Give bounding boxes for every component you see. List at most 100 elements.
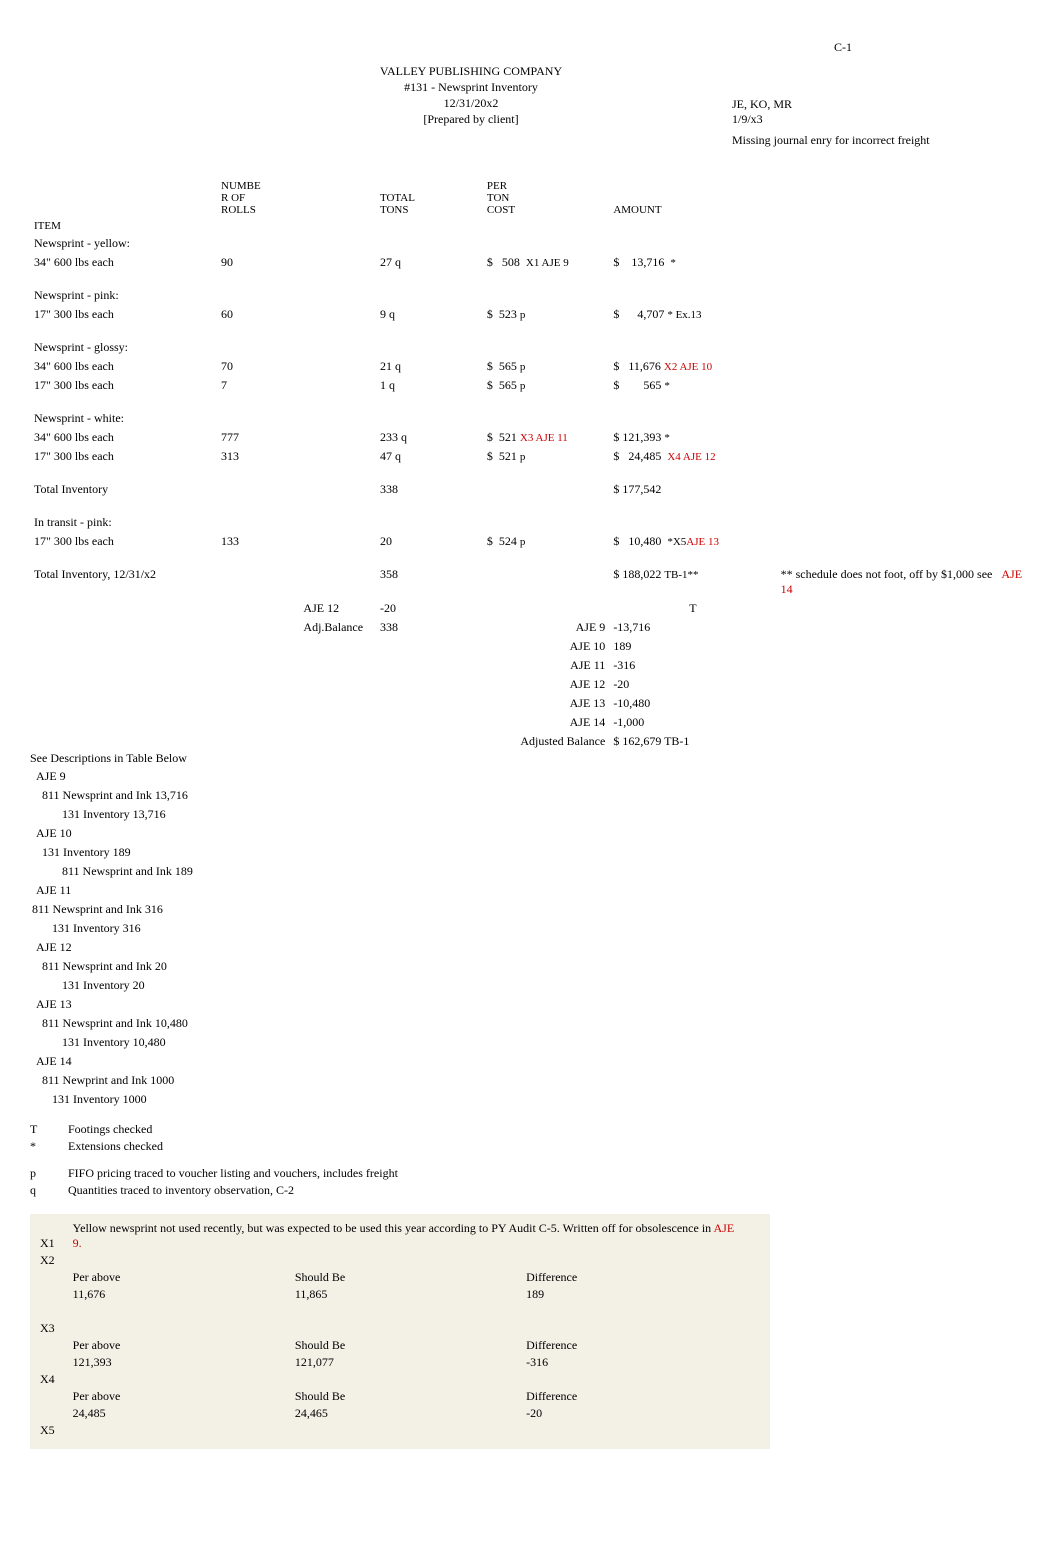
rolls: 777 (217, 428, 299, 447)
aje-header: AJE 10 (32, 825, 197, 842)
col-rolls: ROLLS (221, 204, 256, 216)
adjusted-balance-value: $ 162,679 TB-1 (609, 732, 776, 751)
x4-label: X4 (40, 1371, 73, 1388)
section-yellow: Newsprint - yellow: (30, 234, 1032, 253)
item-desc: 17" 300 lbs each (30, 376, 217, 395)
doc-title: #131 - Newsprint Inventory (210, 80, 732, 95)
aje-line: 811 Newsprint and Ink 13,716 (32, 787, 197, 804)
total-inv-label: Total Inventory (30, 480, 217, 499)
table-row: 17" 300 lbs each 7 1 q $ 565 p $ 565 * (30, 376, 1032, 395)
hdr-per-above: Per above (73, 1269, 295, 1286)
amount-cell: $ 177,542 (609, 480, 776, 499)
aje-line: 811 Newsprint and Ink 189 (32, 863, 197, 880)
rolls: 90 (217, 253, 299, 272)
adj-val: -20 (609, 675, 776, 694)
aje-header: AJE 11 (32, 882, 197, 899)
amount-cell: $ 121,393 * (609, 428, 776, 447)
adj-label: AJE 13 (483, 694, 609, 713)
cost-cell: $ 523 p (483, 305, 609, 324)
val: 121,393 (73, 1354, 295, 1371)
adjusted-balance-label: Adjusted Balance (483, 732, 609, 751)
rolls: 7 (217, 376, 299, 395)
schedule-note: ** schedule does not foot, off by $1,000… (777, 565, 1032, 599)
tick-desc: FIFO pricing traced to voucher listing a… (68, 1166, 398, 1181)
adj-label: AJE 9 (483, 618, 609, 637)
val: 189 (526, 1286, 760, 1303)
table-row: 17" 300 lbs each 133 20 $ 524 p $ 10,480… (30, 532, 1032, 551)
adj-row: AJE 10 189 (30, 637, 1032, 656)
amount-cell: $ 188,022 TB-1** (609, 565, 776, 599)
total-row: Total Inventory, 12/31/x2 358 $ 188,022 … (30, 565, 1032, 599)
val: 11,865 (295, 1286, 526, 1303)
tons: 233 q (376, 428, 449, 447)
tons: 1 q (376, 376, 449, 395)
col-ton: TON (487, 192, 509, 204)
missing-note: Missing journal enry for incorrect freig… (732, 133, 1032, 148)
total-inventory-row: Total Inventory 338 $ 177,542 (30, 480, 1032, 499)
tons: 358 (376, 565, 449, 599)
cost-cell: $ 508 X1 AJE 9 (483, 253, 609, 272)
aje-line: 811 Newsprint and Ink 316 (32, 901, 197, 918)
hdr-difference: Difference (526, 1337, 760, 1354)
table-row: 17" 300 lbs each 60 9 q $ 523 p $ 4,707 … (30, 305, 1032, 324)
adj-row: AJE 12 -20 (30, 675, 1032, 694)
val: -20 (526, 1405, 760, 1422)
item-desc: 17" 300 lbs each (30, 305, 217, 324)
col-item: ITEM (30, 218, 217, 234)
tick-key: q (30, 1183, 52, 1198)
header: VALLEY PUBLISHING COMPANY #131 - Newspri… (30, 63, 1032, 148)
aje-line: 131 Inventory 316 (32, 920, 197, 937)
item-desc: 34" 600 lbs each (30, 357, 217, 376)
reviewer-initials: JE, KO, MR (732, 97, 1032, 112)
hdr-per-above: Per above (73, 1388, 295, 1405)
item-desc: 17" 300 lbs each (30, 447, 217, 466)
table-row: 17" 300 lbs each 313 47 q $ 521 p $ 24,4… (30, 447, 1032, 466)
x5-label: X5 (40, 1422, 73, 1439)
adjusted-balance-row: Adjusted Balance $ 162,679 TB-1 (30, 732, 1032, 751)
adj-balance-label: Adj.Balance (299, 618, 376, 637)
aje-line: 131 Inventory 189 (32, 844, 197, 861)
adj-balance-row: Adj.Balance 338 AJE 9 -13,716 (30, 618, 1032, 637)
adj-label: AJE 14 (483, 713, 609, 732)
company-name: VALLEY PUBLISHING COMPANY (210, 64, 732, 79)
section-white: Newsprint - white: (30, 409, 1032, 428)
hdr-difference: Difference (526, 1388, 760, 1405)
total-label: Total Inventory, 12/31/x2 (30, 565, 217, 599)
col-rof: R OF (221, 192, 245, 204)
tick-key: T (30, 1122, 52, 1137)
tons: -20 (376, 599, 449, 618)
adj-label: AJE 12 (483, 675, 609, 694)
x2-label: X2 (40, 1252, 73, 1269)
adj-val: -10,480 (609, 694, 776, 713)
adj-val: -1,000 (609, 713, 776, 732)
tons: 9 q (376, 305, 449, 324)
col-amount: AMOUNT (613, 204, 661, 216)
cost-cell: $ 521 p (483, 447, 609, 466)
aje12-label: AJE 12 (299, 599, 376, 618)
col-total: TOTAL (380, 192, 415, 204)
review-date: 1/9/x3 (732, 112, 1032, 127)
col-cost: COST (487, 204, 515, 216)
hdr-should-be: Should Be (295, 1337, 526, 1354)
tons: 27 q (376, 253, 449, 272)
adj-val: -316 (609, 656, 776, 675)
aje12-row: AJE 12 -20 T (30, 599, 1032, 618)
amount-cell: $ 11,676 X2 AJE 10 (609, 357, 776, 376)
x-notes-block: X1 Yellow newsprint not used recently, b… (30, 1214, 770, 1449)
adj-label: AJE 11 (483, 656, 609, 675)
tons: 20 (376, 532, 449, 551)
tick-key: * (30, 1139, 52, 1154)
aje-header: AJE 12 (32, 939, 197, 956)
tons: 338 (376, 618, 449, 637)
section-pink: Newsprint - pink: (30, 286, 1032, 305)
x3-label: X3 (40, 1320, 73, 1337)
tick-key: p (30, 1166, 52, 1181)
rolls: 133 (217, 532, 299, 551)
tick-desc: Footings checked (68, 1122, 152, 1137)
aje-header: AJE 14 (32, 1053, 197, 1070)
amount-cell: $ 13,716 * (609, 253, 776, 272)
aje-header: AJE 13 (32, 996, 197, 1013)
see-descriptions: See Descriptions in Table Below (30, 751, 1032, 766)
aje-header: AJE 9 (32, 768, 197, 785)
adj-row: AJE 13 -10,480 (30, 694, 1032, 713)
